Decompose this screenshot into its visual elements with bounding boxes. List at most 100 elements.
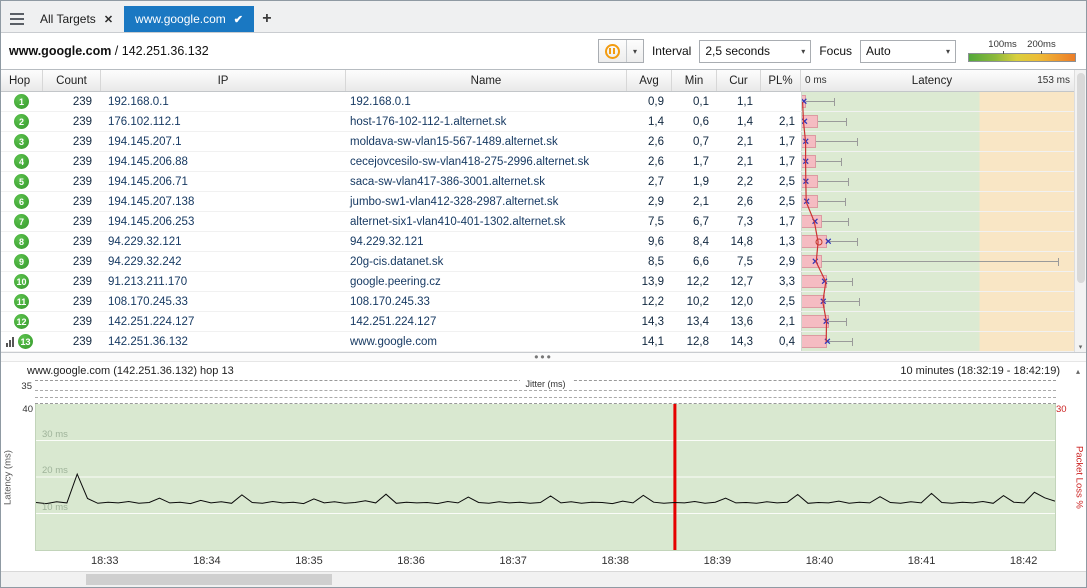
x-tick-label: 18:34 — [193, 555, 221, 567]
new-tab-button[interactable]: + — [254, 6, 280, 32]
interval-value: 2,5 seconds — [705, 44, 771, 58]
tab-www-google-com[interactable]: www.google.com ✔ — [124, 6, 254, 32]
latency-graph-cell: ✕ — [801, 152, 1074, 171]
collapse-arrow-icon[interactable]: ▴ — [1076, 367, 1080, 376]
latency-graph-cell: ✕ — [801, 172, 1074, 191]
avg-cell: 2,6 — [648, 135, 664, 148]
latency-whisker-cap — [846, 318, 848, 326]
hop-number-badge: 8 — [14, 234, 29, 249]
avg-cell: 7,5 — [648, 215, 664, 228]
vscroll-thumb[interactable] — [1077, 73, 1085, 283]
col-latency-scale[interactable]: 0 ms Latency 153 ms — [801, 70, 1074, 91]
name-cell: cecejovcesilo-sw-vlan418-275-2996.altern… — [350, 155, 590, 168]
cur-cell: 2,1 — [737, 135, 753, 148]
pl-cell: 0,4 — [779, 335, 795, 348]
col-min[interactable]: Min — [672, 70, 717, 91]
table-row[interactable]: 11 239 108.170.245.33 108.170.245.33 12,2 10,… — [1, 292, 1074, 312]
table-row[interactable]: 13 239 142.251.36.132 www.google.com 14,1 12,… — [1, 332, 1074, 352]
latency-whisker-cap — [848, 178, 850, 186]
table-row[interactable]: 5 239 194.145.206.71 saca-sw-vlan417-386-30… — [1, 172, 1074, 192]
scale-min-label: 0 ms — [805, 75, 827, 86]
col-count[interactable]: Count — [43, 70, 101, 91]
current-latency-marker: ✕ — [823, 336, 832, 346]
trace-table: Hop Count IP Name Avg Min Cur PL% 0 ms L… — [1, 70, 1086, 353]
col-cur[interactable]: Cur — [717, 70, 761, 91]
cur-cell: 2,1 — [737, 155, 753, 168]
hop-cell: 4 — [1, 152, 43, 171]
focus-select[interactable]: Auto ▾ — [860, 39, 956, 63]
timeline-title: www.google.com (142.251.36.132) hop 13 — [27, 365, 234, 377]
hop-number-badge: 5 — [14, 174, 29, 189]
table-row[interactable]: 3 239 194.145.207.1 moldava-sw-vlan15-567-1… — [1, 132, 1074, 152]
tab-all-targets[interactable]: All Targets ✕ — [29, 6, 124, 32]
cur-cell: 13,6 — [730, 315, 753, 328]
latency-whisker — [818, 181, 849, 182]
avg-cell: 2,6 — [648, 155, 664, 168]
ip-cell: 94.229.32.242 — [108, 255, 182, 268]
timeline-plot[interactable]: 30 ms 20 ms 10 ms — [35, 404, 1056, 551]
table-row[interactable]: 6 239 194.145.207.138 jumbo-sw1-vlan412-328… — [1, 192, 1074, 212]
table-row[interactable]: 10 239 91.213.211.170 google.peering.cz 13,9… — [1, 272, 1074, 292]
pause-button[interactable] — [599, 40, 627, 62]
scroll-down-icon[interactable]: ▾ — [1075, 343, 1086, 351]
col-avg[interactable]: Avg — [627, 70, 672, 91]
count-cell: 239 — [72, 135, 92, 148]
count-cell: 239 — [72, 275, 92, 288]
interval-label: Interval — [651, 44, 692, 58]
table-row[interactable]: 8 239 94.229.32.121 94.229.32.121 9,6 8,4 14,8… — [1, 232, 1074, 252]
hop-cell: 7 — [1, 212, 43, 231]
ip-cell: 176.102.112.1 — [108, 115, 181, 128]
name-cell: 192.168.0.1 — [350, 95, 411, 108]
ip-cell: 108.170.245.33 — [108, 295, 188, 308]
latency-whisker-cap — [834, 98, 835, 106]
avg-cell: 2,9 — [648, 195, 664, 208]
hop-cell: 9 — [1, 252, 43, 271]
current-latency-marker: ✕ — [802, 196, 811, 206]
table-row[interactable]: 2 239 176.102.112.1 host-176-102-112-1.alte… — [1, 112, 1074, 132]
hscroll-thumb[interactable] — [86, 574, 332, 585]
table-row[interactable]: 4 239 194.145.206.88 cecejovcesilo-sw-vlan4… — [1, 152, 1074, 172]
hop-number-badge: 11 — [14, 294, 29, 309]
table-row[interactable]: 1 239 192.168.0.1 192.168.0.1 0,9 0,1 1,1 ✕ — [1, 92, 1074, 112]
col-name[interactable]: Name — [346, 70, 627, 91]
latency-graph-cell: ✕ — [801, 192, 1074, 211]
latency-graph-cell: ✕ — [801, 312, 1074, 331]
pause-dropdown-button[interactable]: ▾ — [627, 40, 643, 62]
table-row[interactable]: 7 239 194.145.206.253 alternet-six1-vlan410… — [1, 212, 1074, 232]
table-header: Hop Count IP Name Avg Min Cur PL% 0 ms L… — [1, 70, 1086, 92]
ip-cell: 91.213.211.170 — [108, 275, 188, 288]
avg-cell: 13,9 — [641, 275, 664, 288]
hop-number-badge: 7 — [14, 214, 29, 229]
legend-100ms-label: 100ms — [988, 38, 1017, 50]
graph-focus-icon — [6, 336, 14, 347]
col-ip[interactable]: IP — [101, 70, 346, 91]
legend-200ms-label: 200ms — [1027, 38, 1056, 50]
col-pl[interactable]: PL% — [761, 70, 801, 91]
splitter-handle[interactable]: ••• — [1, 351, 1086, 363]
horizontal-scrollbar[interactable] — [1, 571, 1086, 587]
table-row[interactable]: 12 239 142.251.224.127 142.251.224.127 14,3 1… — [1, 312, 1074, 332]
vertical-scrollbar[interactable]: ▾ — [1074, 70, 1086, 352]
jitter-axis-max: 35 — [21, 381, 32, 392]
latency-graph-cell: ✕ — [801, 272, 1074, 291]
ip-cell: 194.145.206.71 — [108, 175, 188, 188]
jitter-plot: Jitter (ms) — [35, 379, 1056, 404]
jitter-gridline — [35, 397, 1056, 398]
col-hop[interactable]: Hop — [1, 70, 43, 91]
hop-cell: 11 — [1, 292, 43, 311]
interval-select[interactable]: 2,5 seconds ▾ — [699, 39, 812, 63]
latency-whisker — [821, 261, 1058, 262]
count-cell: 239 — [72, 255, 92, 268]
check-icon: ✔ — [233, 13, 243, 26]
latency-range-bar — [802, 235, 827, 248]
jitter-gridline — [35, 390, 1056, 391]
pl-cell: 2,5 — [779, 195, 795, 208]
x-tick-label: 18:35 — [295, 555, 323, 567]
menu-icon[interactable] — [5, 6, 29, 31]
cur-cell: 14,3 — [730, 335, 753, 348]
focus-label: Focus — [819, 44, 852, 58]
table-row[interactable]: 9 239 94.229.32.242 20g-cis.datanet.sk 8,5 6,… — [1, 252, 1074, 272]
close-icon[interactable]: ✕ — [104, 13, 113, 26]
cur-cell: 1,1 — [737, 95, 753, 108]
x-tick-label: 18:37 — [499, 555, 527, 567]
